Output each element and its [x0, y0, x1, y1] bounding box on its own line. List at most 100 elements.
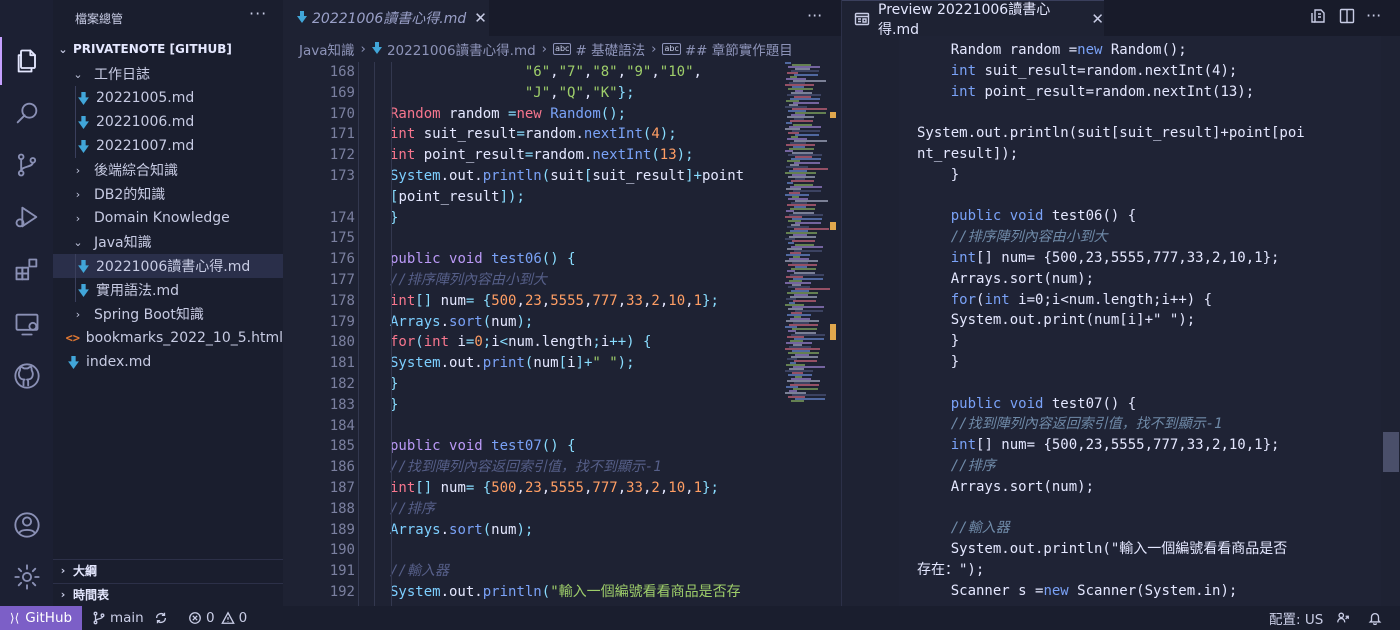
preview-code-line: //找到陣列內容返回索引值，找不到顯示-1: [950, 416, 1223, 433]
tree-item[interactable]: › Domain Knowledge: [53, 206, 283, 230]
line-number: 177: [329, 272, 355, 288]
indent-guide: [391, 62, 392, 606]
code-line[interactable]: int point_result=random.nextInt(13);: [390, 145, 694, 166]
breadcrumb-item[interactable]: Java知識: [299, 39, 355, 59]
code-line[interactable]: public void test07() {: [390, 436, 576, 457]
line-number: 169: [329, 84, 355, 101]
minimap-line: [787, 182, 793, 184]
code-line[interactable]: //找到陣列內容返回索引值，找不到顯示-1: [390, 457, 662, 478]
markdown-file-icon: [77, 91, 89, 105]
github-icon[interactable]: [0, 352, 53, 400]
activity-bar: [0, 0, 53, 606]
tree-item[interactable]: › DB2的知識: [53, 182, 283, 206]
notifications-bell-icon[interactable]: [1368, 606, 1386, 630]
preview-more-actions-icon[interactable]: ···: [1366, 6, 1381, 25]
tree-item[interactable]: <> bookmarks_2022_10_5.html: [53, 326, 283, 350]
open-source-icon[interactable]: [1310, 8, 1326, 28]
split-editor-icon[interactable]: [1339, 8, 1355, 28]
preview-code-line: public void test06() {: [950, 208, 1137, 225]
search-icon[interactable]: [0, 89, 53, 137]
line-number: 173: [329, 168, 355, 184]
indent-guide: [374, 62, 375, 606]
close-tab-icon[interactable]: ✕: [1091, 10, 1104, 28]
problems-indicator[interactable]: 0 0: [188, 606, 247, 630]
tree-item[interactable]: 20221006.md: [53, 110, 283, 134]
tree-item[interactable]: ⌄ 工作日誌: [53, 62, 283, 86]
breadcrumb-item[interactable]: 20221006讀書心得.md: [387, 39, 536, 59]
code-line[interactable]: public void test06() {: [390, 249, 576, 270]
code-line[interactable]: int suit_result=random.nextInt(4);: [390, 124, 677, 145]
explorer-icon[interactable]: [0, 37, 53, 85]
tab-preview[interactable]: Preview 20221006讀書心得.md ✕: [842, 0, 1104, 38]
error-count: 0: [206, 610, 215, 626]
code-line[interactable]: //輸入器: [390, 561, 449, 582]
preview-code-line: for(int i=0;i<num.length;i++) {: [950, 291, 1213, 308]
line-number: 187: [329, 480, 355, 496]
code-line[interactable]: //排序: [390, 499, 435, 520]
remote-explorer-icon[interactable]: [0, 300, 53, 348]
minimap[interactable]: [785, 62, 837, 606]
line-number: 192: [329, 584, 355, 600]
tree-item[interactable]: ⌄ Java知識: [53, 230, 283, 254]
code-line[interactable]: "J","Q","K"};: [390, 83, 635, 104]
tree-item[interactable]: › 後端綜合知識: [53, 158, 283, 182]
tree-item-label: Spring Boot知識: [94, 307, 204, 323]
editor-more-actions-icon[interactable]: ···: [807, 6, 822, 25]
tree-item-label: 工作日誌: [94, 67, 150, 83]
code-line[interactable]: int[] num= {500,23,5555,777,33,2,10,1};: [390, 478, 719, 499]
preview-code-line: System.out.print(num[i]+" ");: [917, 312, 1196, 329]
code-line[interactable]: System.out.print(num[i]+" ");: [390, 353, 635, 374]
branch-indicator[interactable]: main: [92, 606, 144, 630]
tab-20221006-md[interactable]: 20221006讀書心得.md ✕: [283, 0, 489, 36]
code-line[interactable]: Random random =new Random();: [390, 104, 626, 125]
minimap-line: [786, 122, 792, 124]
code-line[interactable]: [point_result]);: [390, 187, 525, 208]
line-number: 189: [329, 521, 355, 538]
code-line[interactable]: "6","7","8","9","10",: [390, 62, 702, 83]
settings-gear-icon[interactable]: [0, 553, 53, 601]
scroll-change-marker: [830, 222, 836, 230]
tree-item[interactable]: index.md: [53, 350, 283, 374]
extensions-icon[interactable]: [0, 246, 53, 294]
tree-item[interactable]: 20221006讀書心得.md: [53, 254, 283, 278]
code-line[interactable]: Arrays.sort(num);: [390, 312, 533, 333]
line-number: 175: [329, 230, 355, 247]
account-icon[interactable]: [0, 501, 53, 549]
outline-section[interactable]: › 大綱: [53, 559, 283, 581]
timeline-section[interactable]: › 時間表: [53, 583, 283, 605]
chevron-right-icon: ›: [60, 564, 66, 577]
tree-item[interactable]: 20221005.md: [53, 86, 283, 110]
sync-button[interactable]: [154, 606, 172, 630]
tree-item[interactable]: 實用語法.md: [53, 278, 283, 302]
tree-item[interactable]: 20221007.md: [53, 134, 283, 158]
code-editor[interactable]: 168 "6","7","8","9","10", 169 "J","Q","K"…: [283, 62, 783, 606]
remote-indicator[interactable]: ⟩⟨ GitHub: [0, 606, 82, 630]
run-debug-icon[interactable]: [0, 193, 53, 241]
code-line[interactable]: System.out.println("輸入一個編號看看商品是否存: [390, 582, 741, 603]
remote-label: GitHub: [25, 610, 73, 626]
tree-item-label: bookmarks_2022_10_5.html: [85, 330, 283, 346]
workspace-header[interactable]: ⌄ PRIVATENOTE [GITHUB]: [53, 38, 283, 60]
code-line[interactable]: Arrays.sort(num);: [390, 520, 533, 541]
tab-label: 20221006讀書心得.md: [312, 11, 467, 27]
symbol-string-icon: abc: [662, 43, 681, 55]
line-number: 181: [329, 355, 355, 372]
feedback-icon[interactable]: [1336, 606, 1354, 630]
preview-icon: [854, 11, 870, 27]
markdown-file-icon: [77, 139, 89, 153]
more-actions-icon[interactable]: ···: [249, 4, 267, 23]
keyboard-layout[interactable]: 配置: US: [1269, 606, 1323, 630]
code-line[interactable]: int[] num= {500,23,5555,777,33,2,10,1};: [390, 291, 719, 312]
code-line[interactable]: for(int i=0;i<num.length;i++) {: [390, 332, 651, 353]
preview-code-line: System.out.println("輸入一個編號看看商品是否: [917, 541, 1288, 558]
tree-item[interactable]: › Spring Boot知識: [53, 302, 283, 326]
code-line[interactable]: System.out.println(suit[suit_result]+poi…: [390, 166, 744, 187]
warning-count: 0: [238, 610, 248, 626]
breadcrumb-item[interactable]: # 基礎語法: [575, 39, 645, 59]
breadcrumb-item[interactable]: ## 章節實作題目: [685, 39, 793, 59]
close-tab-icon[interactable]: ✕: [474, 9, 487, 27]
markdown-preview[interactable]: Random random =new Random(); int suit_re…: [899, 36, 1381, 606]
preview-scrollbar-thumb[interactable]: [1383, 432, 1399, 472]
code-line[interactable]: //排序陣列內容由小到大: [390, 270, 547, 291]
source-control-icon[interactable]: [0, 141, 53, 189]
